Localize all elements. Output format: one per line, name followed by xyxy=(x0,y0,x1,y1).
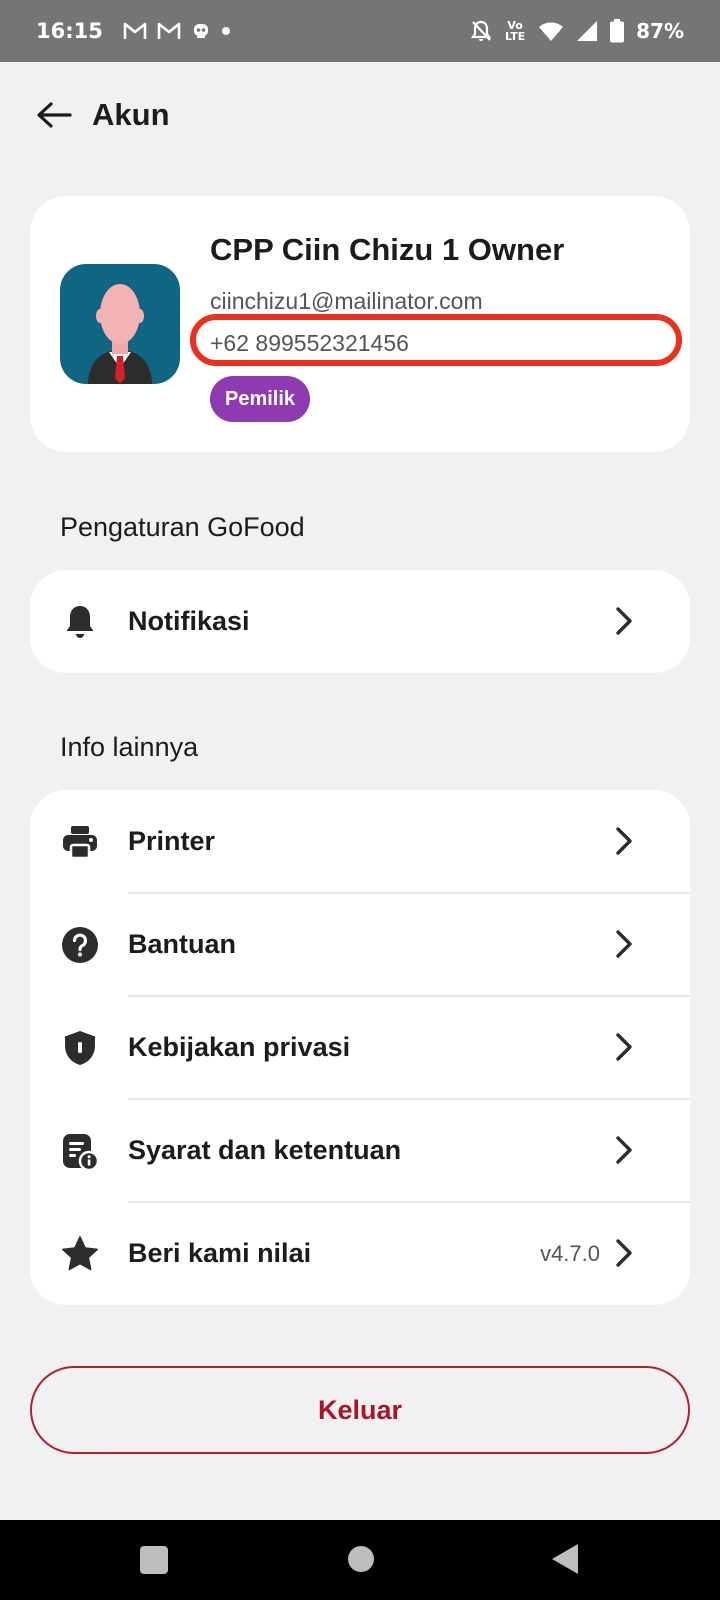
profile-card: CPP Ciin Chizu 1 Owner ciinchizu1@mailin… xyxy=(30,196,690,452)
notification-icons xyxy=(123,21,231,41)
status-bar: 16:15 Vo LTE 87% xyxy=(0,0,720,62)
printer-icon xyxy=(63,826,97,860)
help-icon xyxy=(62,927,98,963)
gmail-icon xyxy=(123,21,147,41)
menu-label: Bantuan xyxy=(128,929,236,959)
menu-item-bantuan[interactable]: Bantuan xyxy=(30,893,690,996)
menu-label: Syarat dan ketentuan xyxy=(128,1135,402,1165)
role-badge: Pemilik xyxy=(210,376,311,422)
menu-item-beri-nilai[interactable]: Beri kami nilai v4.7.0 xyxy=(30,1202,690,1305)
battery-percent: 87% xyxy=(636,19,684,43)
profile-email: ciinchizu1@mailinator.com xyxy=(210,288,483,314)
chevron-right-icon xyxy=(616,1136,632,1164)
wifi-icon xyxy=(538,20,564,42)
system-navigation-bar xyxy=(0,1520,720,1600)
person-avatar-icon xyxy=(88,284,152,384)
status-time: 16:15 xyxy=(36,19,103,43)
shield-icon xyxy=(65,1031,95,1065)
logout-button[interactable]: Keluar xyxy=(30,1366,690,1454)
bell-icon xyxy=(66,606,94,638)
info-card: Printer Bantuan Kebijakan privasi Syarat… xyxy=(30,790,690,1305)
app-notification-icon xyxy=(191,21,211,41)
profile-name: CPP Ciin Chizu 1 Owner xyxy=(210,232,565,267)
app-version: v4.7.0 xyxy=(540,1240,600,1266)
signal-icon xyxy=(576,20,598,42)
gmail-icon xyxy=(157,21,181,41)
menu-label: Kebijakan privasi xyxy=(128,1032,351,1062)
page-title: Akun xyxy=(92,97,170,132)
recent-apps-icon[interactable] xyxy=(138,1544,170,1576)
app-bar: Akun xyxy=(0,62,720,168)
battery-icon xyxy=(610,19,625,43)
gofood-settings-card: Notifikasi xyxy=(30,570,690,673)
home-icon[interactable] xyxy=(346,1544,376,1574)
menu-item-printer[interactable]: Printer xyxy=(30,790,690,893)
avatar xyxy=(60,264,180,384)
chevron-right-icon xyxy=(616,607,632,635)
system-icons: Vo LTE 87% xyxy=(470,19,684,43)
chevron-right-icon xyxy=(616,1239,632,1267)
back-triangle-icon[interactable] xyxy=(550,1542,580,1576)
menu-label: Beri kami nilai xyxy=(128,1238,312,1268)
back-button[interactable] xyxy=(34,95,74,135)
document-info-icon xyxy=(63,1134,99,1170)
menu-item-kebijakan-privasi[interactable]: Kebijakan privasi xyxy=(30,996,690,1099)
star-icon xyxy=(62,1236,98,1271)
chevron-right-icon xyxy=(616,827,632,855)
section-title-gofood: Pengaturan GoFood xyxy=(60,512,305,542)
more-notifications-dot-icon xyxy=(221,26,231,36)
menu-label: Notifikasi xyxy=(128,606,250,636)
section-title-info: Info lainnya xyxy=(60,732,199,762)
bell-off-icon xyxy=(470,19,492,43)
phone-highlight-annotation xyxy=(190,314,682,366)
menu-item-notifikasi[interactable]: Notifikasi xyxy=(30,570,690,673)
chevron-right-icon xyxy=(616,930,632,958)
arrow-left-icon xyxy=(37,102,72,128)
menu-item-syarat-ketentuan[interactable]: Syarat dan ketentuan xyxy=(30,1099,690,1202)
chevron-right-icon xyxy=(616,1033,632,1061)
menu-label: Printer xyxy=(128,826,216,856)
volte-icon: Vo LTE xyxy=(505,19,526,43)
